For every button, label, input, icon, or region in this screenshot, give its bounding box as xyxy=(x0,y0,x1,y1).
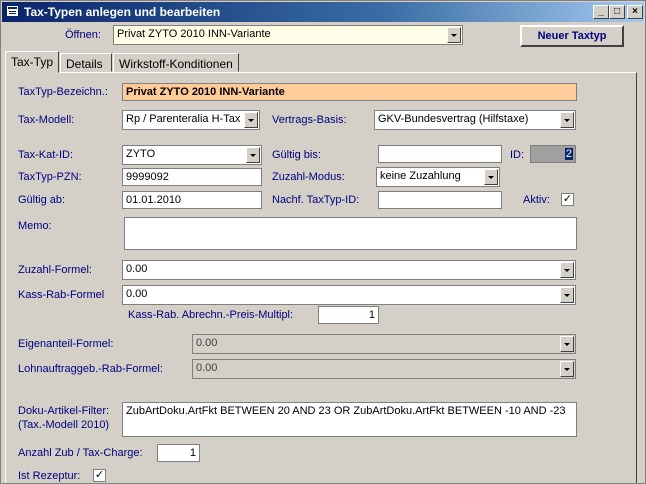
memo-label: Memo: xyxy=(18,220,52,232)
pzn-label: TaxTyp-PZN: xyxy=(18,171,82,183)
eigenanteil-label: Eigenanteil-Formel: xyxy=(18,338,114,350)
tab-details[interactable]: Details xyxy=(60,53,112,72)
nachf-field[interactable] xyxy=(378,191,502,209)
gueltigab-field[interactable]: 01.01.2010 xyxy=(122,191,262,209)
zuzahl-formel-value: 0.00 xyxy=(126,263,148,275)
new-taxtyp-button[interactable]: Neuer Taxtyp xyxy=(520,25,624,47)
aktiv-label: Aktiv: xyxy=(523,194,550,206)
nachf-label: Nachf. TaxTyp-ID: xyxy=(272,194,360,206)
chevron-down-icon[interactable] xyxy=(560,361,574,377)
pzn-field[interactable]: 9999092 xyxy=(122,168,262,186)
bezeichnung-field[interactable]: Privat ZYTO 2010 INN-Variante xyxy=(122,83,577,101)
open-value: Privat ZYTO 2010 INN-Variante xyxy=(117,28,271,40)
chevron-down-icon[interactable] xyxy=(560,287,574,303)
doku-filter-field[interactable]: ZubArtDoku.ArtFkt BETWEEN 20 AND 23 OR Z… xyxy=(122,402,577,437)
katid-value: ZYTO xyxy=(126,148,156,160)
window-title: Tax-Typen anlegen und bearbeiten xyxy=(24,5,221,19)
vertrag-combo[interactable]: GKV-Bundesvertrag (Hilfstaxe) xyxy=(374,110,576,130)
anzahl-field[interactable]: 1 xyxy=(157,444,200,462)
modell-combo[interactable]: Rp / Parenteralia H-Tax xyxy=(122,110,260,130)
open-combo[interactable]: Privat ZYTO 2010 INN-Variante xyxy=(113,25,463,45)
eigenanteil-combo[interactable]: 0.00 xyxy=(192,334,576,354)
chevron-down-icon[interactable] xyxy=(447,27,461,43)
tab-wirkstoff-konditionen[interactable]: Wirkstoff-Konditionen xyxy=(113,53,239,72)
kassrab-multipl-field[interactable]: 1 xyxy=(318,306,379,324)
open-label: Öffnen: xyxy=(65,29,101,41)
zuzahl-formel-combo[interactable]: 0.00 xyxy=(122,260,576,280)
id-value: 2 xyxy=(564,148,573,160)
eigenanteil-value: 0.00 xyxy=(196,337,218,349)
chevron-down-icon[interactable] xyxy=(484,169,498,185)
chevron-down-icon[interactable] xyxy=(246,147,260,163)
katid-label: Tax-Kat-ID: xyxy=(18,149,74,161)
gueltigbis-label: Gültig bis: xyxy=(272,149,321,161)
chevron-down-icon[interactable] xyxy=(244,112,258,128)
modell-value: Rp / Parenteralia H-Tax xyxy=(126,113,241,125)
lohnauftrag-combo[interactable]: 0.00 xyxy=(192,359,576,379)
maximize-button[interactable]: □ xyxy=(609,5,625,19)
close-button[interactable]: × xyxy=(627,5,643,19)
chevron-down-icon[interactable] xyxy=(560,262,574,278)
vertrag-label: Vertrags-Basis: xyxy=(272,114,347,126)
gueltigbis-field[interactable] xyxy=(378,145,502,163)
id-field[interactable]: 2 xyxy=(530,145,576,163)
memo-field[interactable] xyxy=(124,217,577,250)
doku-sublabel: (Tax.-Modell 2010) xyxy=(18,419,110,431)
aktiv-checkbox[interactable]: ✓ xyxy=(561,193,574,206)
lohnauftrag-label: Lohnauftraggeb.-Rab-Formel: xyxy=(18,363,163,375)
kassrab-multipl-label: Kass-Rab. Abrechn.-Preis-Multipl: xyxy=(128,309,294,321)
minimize-button[interactable]: _ xyxy=(593,5,609,19)
rezeptur-label: Ist Rezeptur: xyxy=(18,470,81,482)
zuzahl-formel-label: Zuzahl-Formel: xyxy=(18,264,92,276)
kassrab-formel-combo[interactable]: 0.00 xyxy=(122,285,576,305)
chevron-down-icon[interactable] xyxy=(560,336,574,352)
zuzahlmodus-value: keine Zuzahlung xyxy=(380,170,461,182)
katid-combo[interactable]: ZYTO xyxy=(122,145,262,165)
zuzahlmodus-combo[interactable]: keine Zuzahlung xyxy=(376,167,500,187)
doku-label: Doku-Artikel-Filter: xyxy=(18,405,110,417)
tab-tax-typ[interactable]: Tax-Typ xyxy=(5,51,59,73)
modell-label: Tax-Modell: xyxy=(18,114,75,126)
title-bar[interactable]: Tax-Typen anlegen und bearbeiten _ □ × xyxy=(2,2,644,22)
gueltigab-label: Gültig ab: xyxy=(18,194,66,206)
form-icon xyxy=(6,5,19,17)
kassrab-formel-label: Kass-Rab-Formel xyxy=(18,289,105,301)
id-label: ID: xyxy=(510,149,525,161)
anzahl-label: Anzahl Zub / Tax-Charge: xyxy=(18,447,143,459)
kassrab-formel-value: 0.00 xyxy=(126,288,148,300)
chevron-down-icon[interactable] xyxy=(560,112,574,128)
lohnauftrag-value: 0.00 xyxy=(196,362,218,374)
zuzahlmodus-label: Zuzahl-Modus: xyxy=(272,171,345,183)
vertrag-value: GKV-Bundesvertrag (Hilfstaxe) xyxy=(378,113,529,125)
rezeptur-checkbox[interactable]: ✓ xyxy=(93,469,106,482)
bezeichnung-label: TaxTyp-Bezeichn.: xyxy=(18,86,108,98)
main-window: Tax-Typen anlegen und bearbeiten _ □ × Ö… xyxy=(0,0,646,484)
